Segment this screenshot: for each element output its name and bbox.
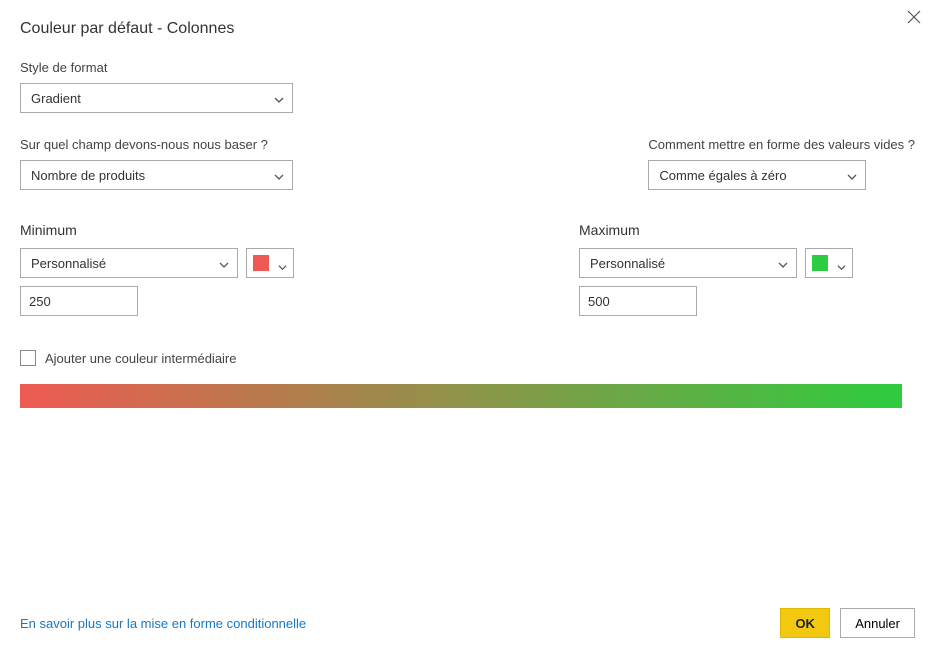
minimum-mode-dropdown[interactable]: Personnalisé [20, 248, 238, 278]
maximum-value-input[interactable] [579, 286, 697, 316]
empty-values-value: Comme égales à zéro [659, 168, 786, 183]
maximum-mode-value: Personnalisé [590, 256, 665, 271]
field-basis-dropdown[interactable]: Nombre de produits [20, 160, 293, 190]
empty-values-label: Comment mettre en forme des valeurs vide… [648, 137, 915, 152]
chevron-down-icon [837, 259, 846, 268]
maximum-color-picker[interactable] [805, 248, 853, 278]
maximum-mode-dropdown[interactable]: Personnalisé [579, 248, 797, 278]
chevron-down-icon [847, 170, 857, 180]
minimum-color-picker[interactable] [246, 248, 294, 278]
chevron-down-icon [274, 170, 284, 180]
chevron-down-icon [219, 258, 229, 268]
dialog-title: Couleur par défaut - Colonnes [20, 20, 915, 38]
ok-button[interactable]: OK [780, 608, 830, 638]
intermediate-color-checkbox[interactable] [20, 350, 36, 366]
close-button[interactable] [905, 8, 923, 26]
minimum-value-input[interactable] [20, 286, 138, 316]
maximum-color-swatch [812, 255, 828, 271]
minimum-label: Minimum [20, 222, 294, 238]
field-basis-value: Nombre de produits [31, 168, 145, 183]
learn-more-link[interactable]: En savoir plus sur la mise en forme cond… [20, 616, 306, 631]
field-basis-label: Sur quel champ devons-nous nous baser ? [20, 137, 293, 152]
format-style-dropdown[interactable]: Gradient [20, 83, 293, 113]
cancel-button[interactable]: Annuler [840, 608, 915, 638]
minimum-color-swatch [253, 255, 269, 271]
intermediate-color-label: Ajouter une couleur intermédiaire [45, 351, 237, 366]
chevron-down-icon [278, 259, 287, 268]
chevron-down-icon [778, 258, 788, 268]
empty-values-dropdown[interactable]: Comme égales à zéro [648, 160, 866, 190]
maximum-label: Maximum [579, 222, 853, 238]
chevron-down-icon [274, 93, 284, 103]
format-style-value: Gradient [31, 91, 81, 106]
format-style-label: Style de format [20, 60, 915, 75]
gradient-preview [20, 384, 902, 408]
minimum-mode-value: Personnalisé [31, 256, 106, 271]
close-icon [907, 10, 921, 24]
